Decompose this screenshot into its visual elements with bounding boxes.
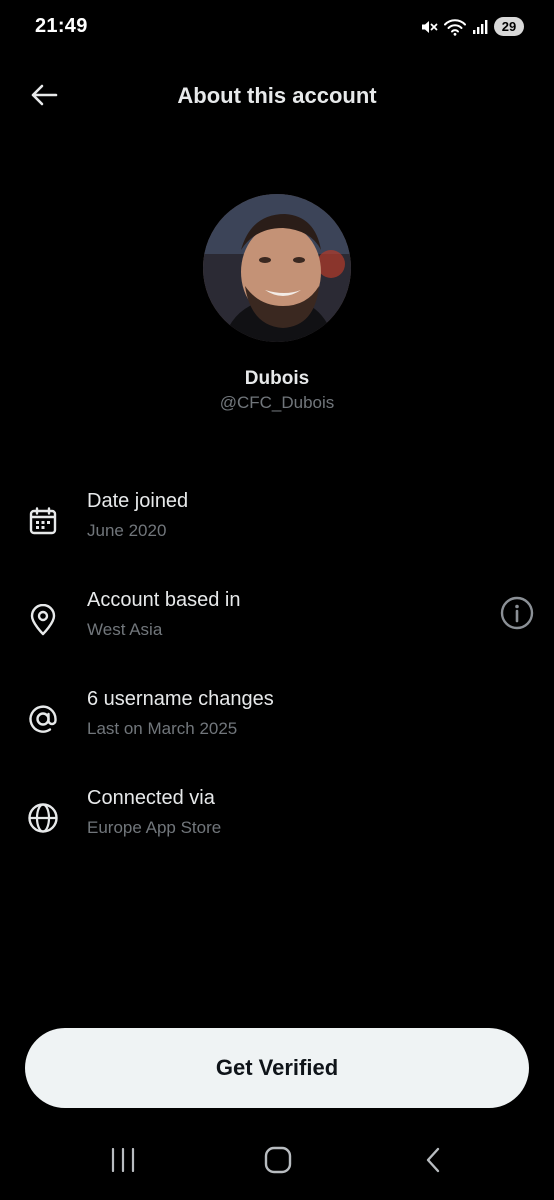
page-title: About this account: [177, 83, 377, 108]
wifi-icon: [444, 18, 466, 36]
info-title: Date joined: [87, 490, 189, 512]
info-row-date-joined: Date joined June 2020: [0, 490, 554, 560]
info-subtitle: Last on March 2025: [87, 719, 238, 738]
info-circle-icon: [500, 596, 534, 635]
back-nav-icon: [424, 1146, 442, 1179]
mute-icon: [420, 18, 438, 36]
info-title: 6 username changes: [87, 688, 274, 710]
info-title: Connected via: [87, 787, 215, 809]
handle: @CFC_Dubois: [219, 393, 335, 412]
signal-icon: [472, 19, 488, 35]
header: About this account: [0, 70, 554, 124]
display-name: Dubois: [244, 368, 310, 389]
status-bar: 21:49 29: [0, 0, 554, 56]
calendar-icon: [24, 502, 62, 540]
status-icons: 29: [420, 17, 524, 36]
recent-apps-icon: [110, 1147, 136, 1177]
battery-icon: 29: [494, 17, 524, 36]
get-verified-button[interactable]: Get Verified: [25, 1028, 529, 1108]
at-sign-icon: [24, 700, 62, 738]
info-row-connected-via: Connected via Europe App Store: [0, 787, 554, 857]
info-row-account-based-in: Account based in West Asia: [0, 589, 554, 659]
info-circle-button[interactable]: [499, 596, 535, 635]
avatar-image: [203, 194, 351, 342]
info-row-username-changes: 6 username changes Last on March 2025: [0, 688, 554, 758]
system-nav-bar: [0, 1130, 554, 1200]
back-nav-button[interactable]: [403, 1142, 463, 1182]
recent-apps-button[interactable]: [93, 1142, 153, 1182]
info-subtitle: West Asia: [87, 620, 163, 639]
status-time: 21:49: [35, 15, 88, 37]
info-subtitle: Europe App Store: [87, 818, 222, 837]
location-pin-icon: [24, 601, 62, 639]
home-button[interactable]: [248, 1142, 308, 1182]
home-icon: [264, 1146, 292, 1179]
info-title: Account based in: [87, 589, 241, 611]
avatar[interactable]: [203, 194, 351, 342]
globe-icon: [24, 799, 62, 837]
info-subtitle: June 2020: [87, 521, 167, 540]
